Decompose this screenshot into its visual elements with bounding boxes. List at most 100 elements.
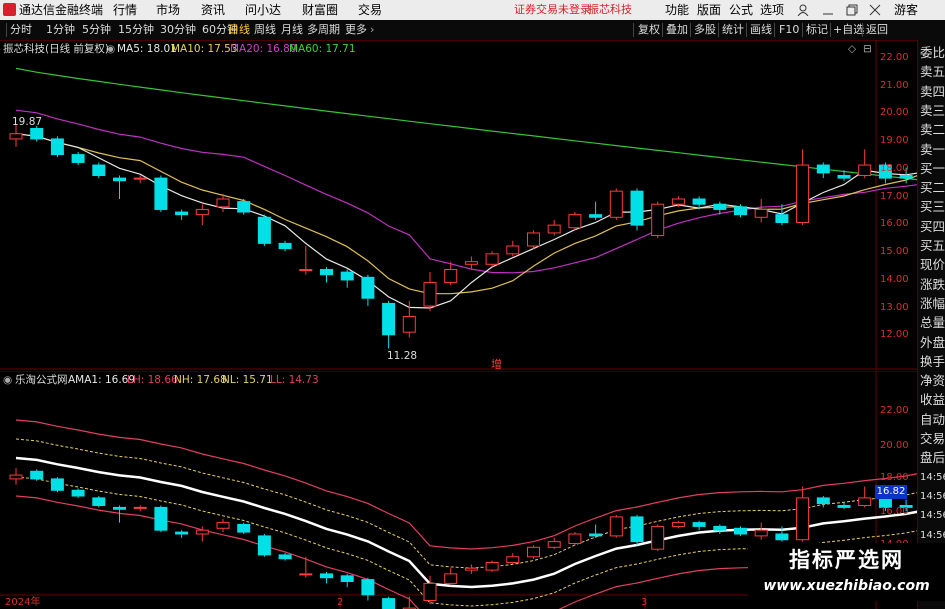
- zeng-badge[interactable]: 增: [491, 359, 502, 371]
- login-status[interactable]: 证券交易未登录: [514, 3, 591, 17]
- sidebar-item[interactable]: 卖四: [920, 85, 945, 99]
- period-multi[interactable]: 多周期: [307, 23, 340, 37]
- sub-candle-body: [50, 478, 64, 491]
- tool-f10[interactable]: F10: [779, 23, 799, 37]
- settings-circle-icon[interactable]: ◉: [106, 43, 115, 55]
- sidebar-item[interactable]: 买一: [920, 162, 945, 176]
- menu-wenxiaoda[interactable]: 问小达: [245, 3, 281, 17]
- sub-candle-body: [464, 567, 478, 571]
- candle-body: [30, 128, 44, 140]
- period-toolbar: 分时 1分钟 5分钟 15分钟 30分钟 60分钟 日线 周线 月线 多周期 更…: [0, 20, 945, 41]
- sidebar-item[interactable]: 总量: [920, 316, 945, 330]
- period-monthly[interactable]: 月线: [281, 23, 303, 37]
- menu-shichang[interactable]: 市场: [156, 3, 180, 17]
- sidebar-item[interactable]: 换手: [920, 355, 945, 369]
- sub-candle-body: [237, 524, 251, 533]
- minimize-icon[interactable]: [822, 4, 834, 16]
- sub-y-tick: 18.00: [880, 472, 909, 483]
- date-label: 3: [641, 597, 648, 608]
- sidebar-item[interactable]: 交易: [920, 432, 945, 446]
- tool-tongji[interactable]: 统计: [722, 23, 744, 37]
- diamond-icon[interactable]: ◇: [848, 43, 856, 55]
- candle-body: [899, 175, 913, 179]
- user-icon[interactable]: [797, 4, 809, 16]
- menu-banmian[interactable]: 版面: [697, 3, 721, 17]
- candle-body: [734, 206, 747, 216]
- close-icon[interactable]: [869, 4, 881, 16]
- period-1min[interactable]: 1分钟: [46, 23, 75, 37]
- ma20-line: [15, 109, 917, 274]
- sub-candle-body: [651, 525, 665, 550]
- sidebar-item[interactable]: 收益: [920, 393, 945, 407]
- menu-xuanxiang[interactable]: 选项: [760, 3, 784, 17]
- sidebar-item[interactable]: 盘后: [920, 451, 945, 465]
- sidebar-item[interactable]: 14:56: [920, 490, 945, 504]
- ma20-value: MA20: 16.80: [230, 43, 297, 55]
- sidebar-item[interactable]: 买二: [920, 181, 945, 195]
- chevron-right-icon[interactable]: ›: [370, 23, 374, 37]
- sidebar-item[interactable]: 净资: [920, 374, 945, 388]
- sub-y-tick: 22.00: [880, 405, 909, 416]
- period-5min[interactable]: 5分钟: [82, 23, 111, 37]
- sub-candle-body: [527, 546, 540, 558]
- tool-fuquan[interactable]: 复权: [638, 23, 660, 37]
- sidebar-item[interactable]: 买三: [920, 200, 945, 214]
- tool-biaoji[interactable]: 标记: [806, 23, 828, 37]
- sidebar-item[interactable]: 14:56: [920, 471, 945, 485]
- tool-back[interactable]: 返回: [866, 23, 888, 37]
- quote-sidebar: 委比卖五卖四卖三卖二卖一买一买二买三买四买五现价涨跌涨幅总量外盘换手净资收益自动…: [917, 40, 945, 609]
- ma60-value: MA60: 17.71: [289, 43, 356, 55]
- menu-hangqing[interactable]: 行情: [113, 3, 137, 17]
- sidebar-item[interactable]: 涨跌: [920, 278, 945, 292]
- menu-jiaoyi[interactable]: 交易: [358, 3, 382, 17]
- sidebar-item[interactable]: 卖三: [920, 104, 945, 118]
- sidebar-item[interactable]: 买五: [920, 239, 945, 253]
- restore-icon[interactable]: [846, 4, 858, 16]
- sidebar-item[interactable]: 自动: [920, 413, 945, 427]
- period-daily[interactable]: 日线: [228, 23, 250, 37]
- candle-body: [568, 214, 582, 229]
- app-logo-icon: [3, 3, 16, 16]
- sidebar-item[interactable]: 现价: [920, 258, 945, 272]
- watermark: 指标严选网 www.xuezhibiao.com: [748, 543, 945, 601]
- tool-huaxian[interactable]: 画线: [750, 23, 772, 37]
- ama1-value: AMA1: 16.69: [68, 374, 136, 386]
- sub-candle-body: [630, 516, 644, 543]
- candle-body: [754, 208, 768, 218]
- sidebar-item[interactable]: 卖一: [920, 143, 945, 157]
- period-fenshi[interactable]: 分时: [10, 23, 32, 37]
- tool-diejia[interactable]: 叠加: [666, 23, 688, 37]
- sidebar-item[interactable]: 卖五: [920, 65, 945, 79]
- menu-gongshi[interactable]: 公式: [729, 3, 753, 17]
- sub-candle-body: [671, 522, 685, 527]
- period-15min[interactable]: 15分钟: [118, 23, 154, 37]
- period-more[interactable]: 更多: [345, 23, 367, 37]
- menu-gongneng[interactable]: 功能: [665, 3, 689, 17]
- main-kline-chart[interactable]: [0, 40, 917, 370]
- candle-body: [71, 154, 85, 163]
- main-legend-title: 振芯科技(日线 前复权): [3, 43, 110, 55]
- sub-candle-body: [547, 541, 561, 548]
- sub-settings-circle-icon[interactable]: ◉: [3, 374, 12, 386]
- sidebar-item[interactable]: 14:56: [920, 509, 945, 523]
- sidebar-item[interactable]: 涨幅: [920, 297, 945, 311]
- sidebar-item[interactable]: 买四: [920, 220, 945, 234]
- zoom-icon[interactable]: ⊟: [863, 43, 872, 55]
- tool-duogu[interactable]: 多股: [694, 23, 716, 37]
- y-tick: 20.00: [880, 107, 909, 118]
- period-30min[interactable]: 30分钟: [160, 23, 196, 37]
- candle-body: [195, 208, 209, 216]
- sidebar-item[interactable]: 卖二: [920, 123, 945, 137]
- guest-label[interactable]: 游客: [894, 3, 918, 17]
- sidebar-item[interactable]: 外盘: [920, 336, 945, 350]
- sub-y-tick: 20.00: [880, 440, 909, 451]
- period-weekly[interactable]: 周线: [254, 23, 276, 37]
- y-tick: 13.00: [880, 302, 909, 313]
- sidebar-item[interactable]: 14:56: [920, 529, 945, 543]
- sidebar-item[interactable]: 委比: [920, 46, 945, 60]
- sub-candle-body: [113, 506, 126, 510]
- menu-caifuquan[interactable]: 财富圈: [302, 3, 338, 17]
- menu-zixun[interactable]: 资讯: [201, 3, 225, 17]
- candle-body: [402, 316, 416, 333]
- tool-add-watchlist[interactable]: +自选: [833, 23, 864, 37]
